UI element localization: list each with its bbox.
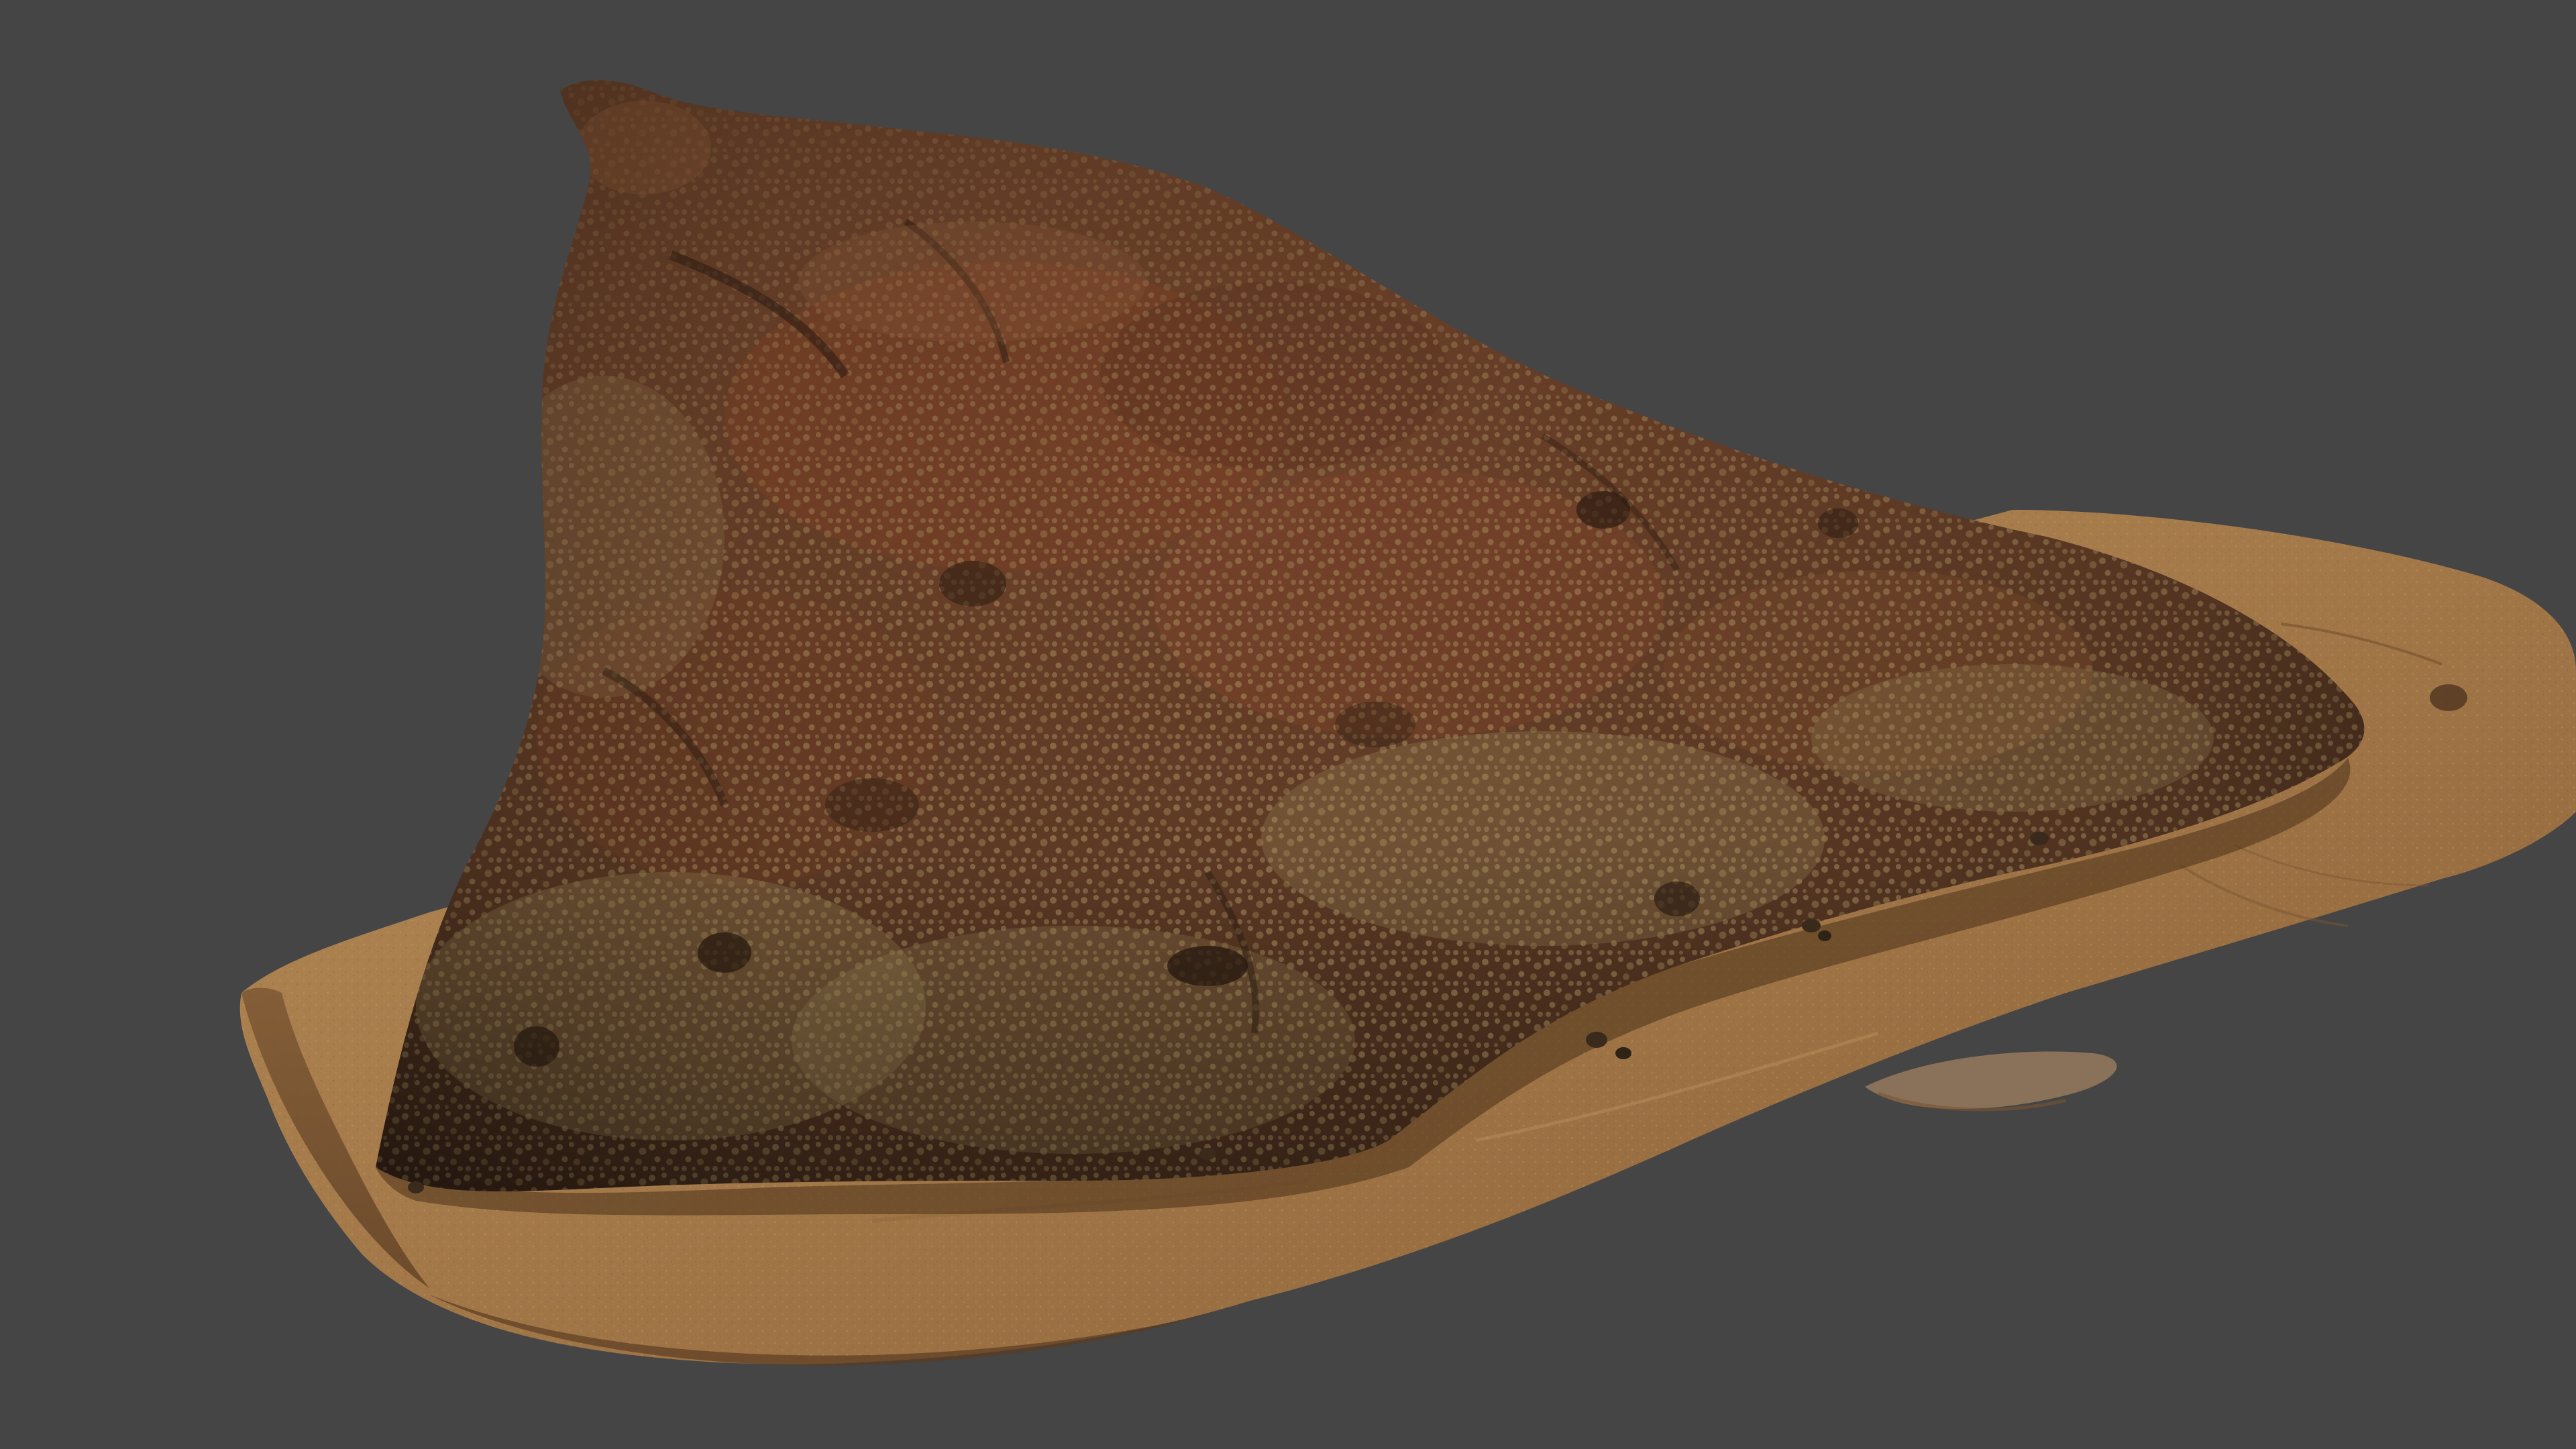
3d-viewport[interactable] bbox=[0, 0, 2576, 1449]
viewport-render bbox=[239, 80, 2576, 1366]
